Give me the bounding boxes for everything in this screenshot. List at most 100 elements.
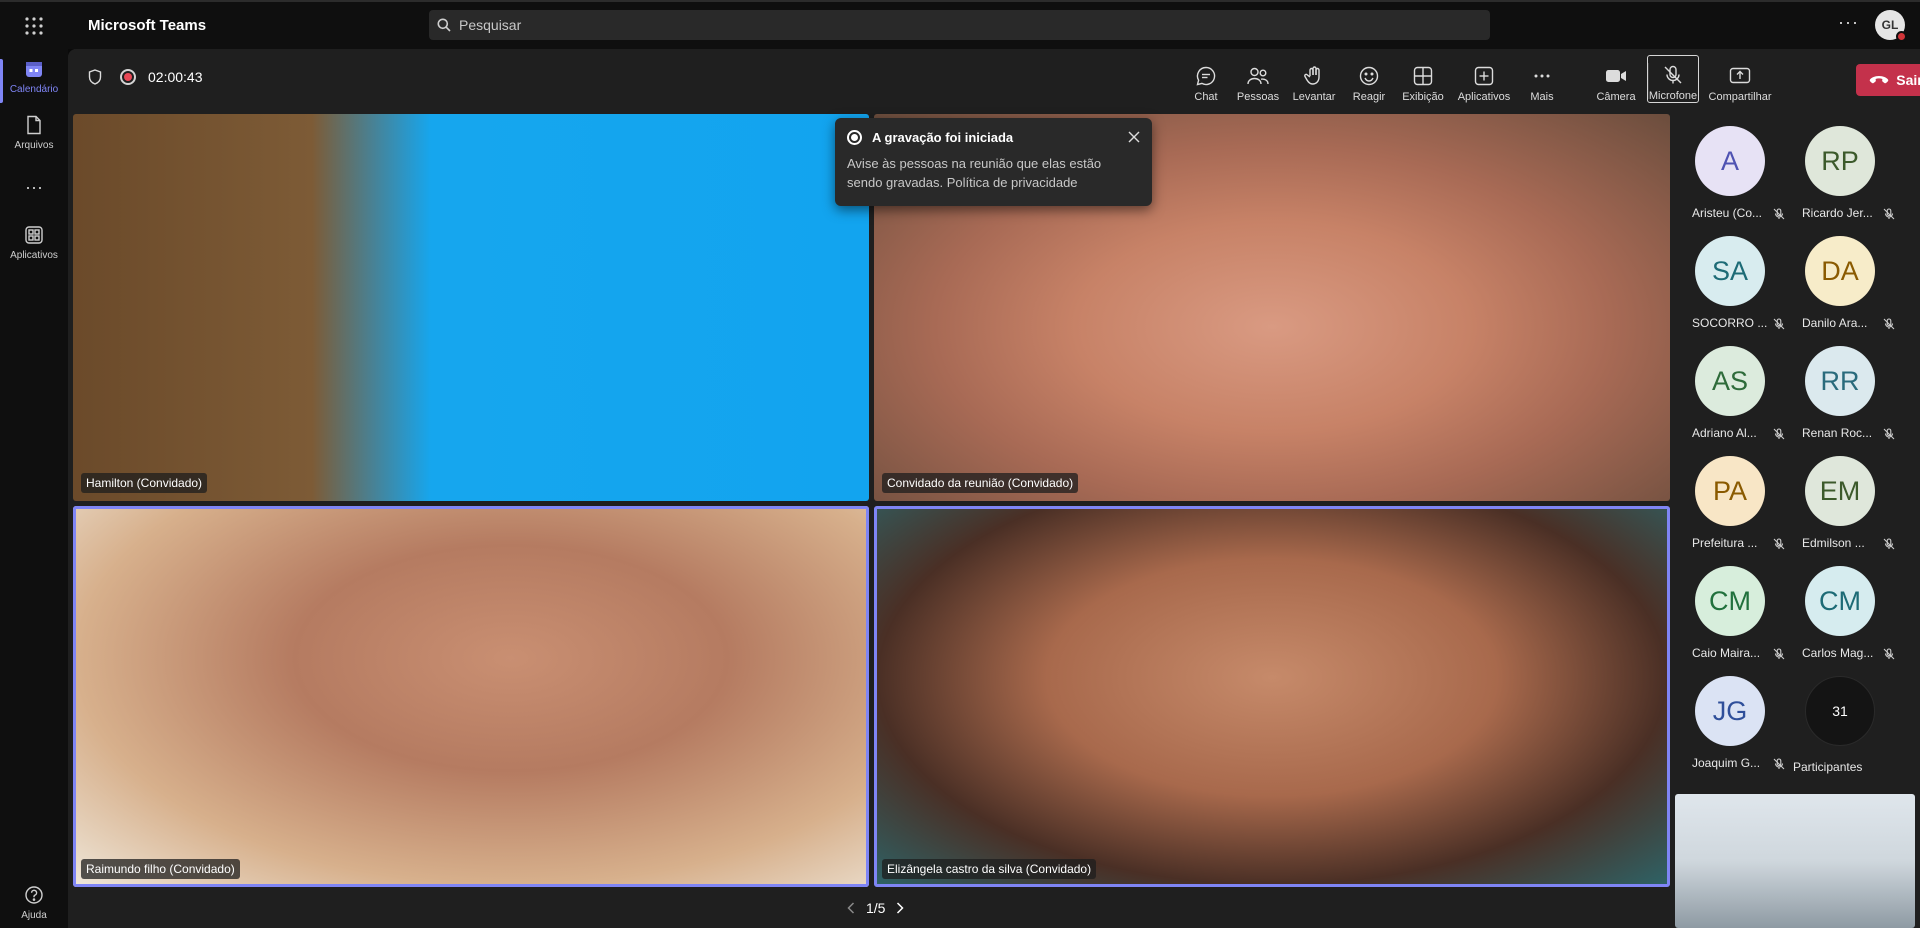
tool-label: Mais (1530, 91, 1554, 103)
video-tile[interactable]: Hamilton (Convidado) (73, 114, 869, 501)
profile-avatar[interactable]: GL (1875, 10, 1907, 42)
people-button[interactable]: Pessoas (1234, 55, 1282, 103)
participant-name-label: Hamilton (Convidado) (81, 473, 208, 493)
page-indicator: 1/5 (866, 900, 886, 916)
camera-icon (1606, 70, 1626, 82)
tool-label: Compartilhar (1708, 91, 1772, 103)
self-view-video[interactable] (1675, 794, 1915, 928)
participant-avatar[interactable]: EM Edmilson ... (1785, 444, 1895, 550)
participant-name: Danilo Ara... (1802, 316, 1868, 330)
tool-label: Pessoas (1236, 91, 1280, 103)
participant-avatar[interactable]: PA Prefeitura ... (1675, 444, 1785, 550)
rail-item-help[interactable]: Ajuda (0, 885, 68, 921)
tool-label: Microfone (1648, 90, 1698, 102)
next-page-button[interactable] (889, 902, 911, 914)
leave-button[interactable]: Sair (1856, 64, 1920, 96)
react-icon (1359, 66, 1379, 86)
chat-button[interactable]: Chat (1184, 55, 1228, 103)
participants-overflow-button[interactable]: 31 Participantes (1785, 664, 1895, 774)
rail-item-label: Ajuda (21, 910, 47, 921)
view-icon (1413, 66, 1433, 86)
shield-icon[interactable] (88, 69, 102, 85)
search-icon (437, 18, 451, 32)
participant-avatar[interactable]: SA SOCORRO ... (1675, 224, 1785, 330)
tool-label: Exibição (1402, 91, 1444, 103)
participant-avatar[interactable]: RR Renan Roc... (1785, 334, 1895, 440)
participant-name: Carlos Mag... (1802, 646, 1874, 660)
chevron-left-icon (847, 902, 855, 914)
more-button[interactable]: Mais (1522, 55, 1562, 103)
calendar-icon (26, 62, 42, 77)
mic-off-icon (1773, 318, 1785, 330)
rail-item-calendar[interactable]: Calendário (0, 59, 68, 103)
avatar-initials: CM (1805, 566, 1875, 636)
video-tile[interactable]: Raimundo filho (Convidado) (73, 506, 869, 887)
more-icon (1534, 74, 1550, 78)
mic-off-icon (1773, 428, 1785, 440)
participant-name: Ricardo Jer... (1802, 206, 1873, 220)
share-button[interactable]: Compartilhar (1705, 55, 1775, 103)
rail-item-apps[interactable]: Aplicativos (0, 225, 68, 261)
video-tile[interactable]: Elizângela castro da silva (Convidado) (874, 506, 1670, 887)
tool-label: Câmera (1596, 91, 1636, 103)
avatar-initials: EM (1805, 456, 1875, 526)
participant-avatar[interactable]: A Aristeu (Co... (1675, 114, 1785, 220)
avatar-initials: PA (1695, 456, 1765, 526)
participant-avatar[interactable]: CM Carlos Mag... (1785, 554, 1895, 660)
notification-body: Avise às pessoas na reunião que elas est… (847, 156, 1102, 190)
close-notification-button[interactable] (1128, 130, 1140, 148)
profile-initials: GL (1881, 18, 1899, 32)
mic-off-icon (1883, 318, 1895, 330)
participant-count: 31 (1805, 676, 1875, 746)
mic-off-icon (1883, 648, 1895, 660)
camera-button[interactable]: Câmera (1593, 55, 1639, 103)
participant-roster: A Aristeu (Co... RP Ricardo Jer... SA SO… (1675, 114, 1920, 784)
raise-hand-icon (1304, 66, 1320, 85)
participant-name-label: Convidado da reunião (Convidado) (882, 473, 1079, 493)
meeting-timer: 02:00:43 (148, 69, 203, 85)
recording-notification: A gravação foi iniciada Avise às pessoas… (835, 118, 1152, 206)
recording-indicator (120, 69, 136, 85)
raise-hand-button[interactable]: Levantar (1289, 55, 1339, 103)
participant-avatar[interactable]: JG Joaquim G... (1675, 664, 1785, 770)
participant-avatar[interactable]: RP Ricardo Jer... (1785, 114, 1895, 220)
participants-label: Participantes (1793, 760, 1863, 774)
participant-avatar[interactable]: DA Danilo Ara... (1785, 224, 1895, 330)
more-options-button[interactable]: ··· (1838, 12, 1859, 33)
participant-avatar[interactable]: AS Adriano Al... (1675, 334, 1785, 440)
apps-button[interactable]: Aplicativos (1454, 55, 1514, 103)
previous-page-button[interactable] (840, 902, 862, 914)
apps-icon (25, 226, 43, 244)
mic-off-icon (1773, 208, 1785, 220)
close-icon (1128, 131, 1140, 143)
avatar-initials: CM (1695, 566, 1765, 636)
help-icon (25, 886, 43, 904)
presence-badge (1896, 31, 1907, 42)
rail-item-files[interactable]: Arquivos (0, 115, 68, 151)
tool-label: Aplicativos (1457, 91, 1511, 103)
search-input[interactable]: Pesquisar (429, 10, 1490, 40)
avatar-initials: RP (1805, 126, 1875, 196)
leave-main-button[interactable]: Sair (1856, 64, 1920, 96)
participant-name: Joaquim G... (1692, 756, 1761, 770)
view-button[interactable]: Exibição (1399, 55, 1447, 103)
apps-add-icon (1474, 66, 1494, 86)
mic-off-icon (1883, 538, 1895, 550)
app-launcher-button[interactable] (0, 2, 68, 49)
notification-title: A gravação foi iniciada (872, 130, 1014, 145)
avatar-initials: SA (1695, 236, 1765, 306)
mic-off-icon (1773, 538, 1785, 550)
avatar-initials: AS (1695, 346, 1765, 416)
participant-avatar[interactable]: CM Caio Maira... (1675, 554, 1785, 660)
participant-name: Aristeu (Co... (1692, 206, 1763, 220)
record-icon (847, 130, 862, 145)
microphone-button[interactable]: Microfone (1647, 55, 1699, 103)
gallery-pager: 1/5 (840, 900, 911, 916)
search-placeholder: Pesquisar (459, 17, 522, 33)
mic-off-icon (1773, 648, 1785, 660)
rail-more-button[interactable]: ··· (0, 177, 68, 198)
react-button[interactable]: Reagir (1347, 55, 1391, 103)
mic-off-icon (1664, 65, 1682, 84)
share-icon (1729, 67, 1751, 84)
chat-icon (1196, 66, 1216, 86)
